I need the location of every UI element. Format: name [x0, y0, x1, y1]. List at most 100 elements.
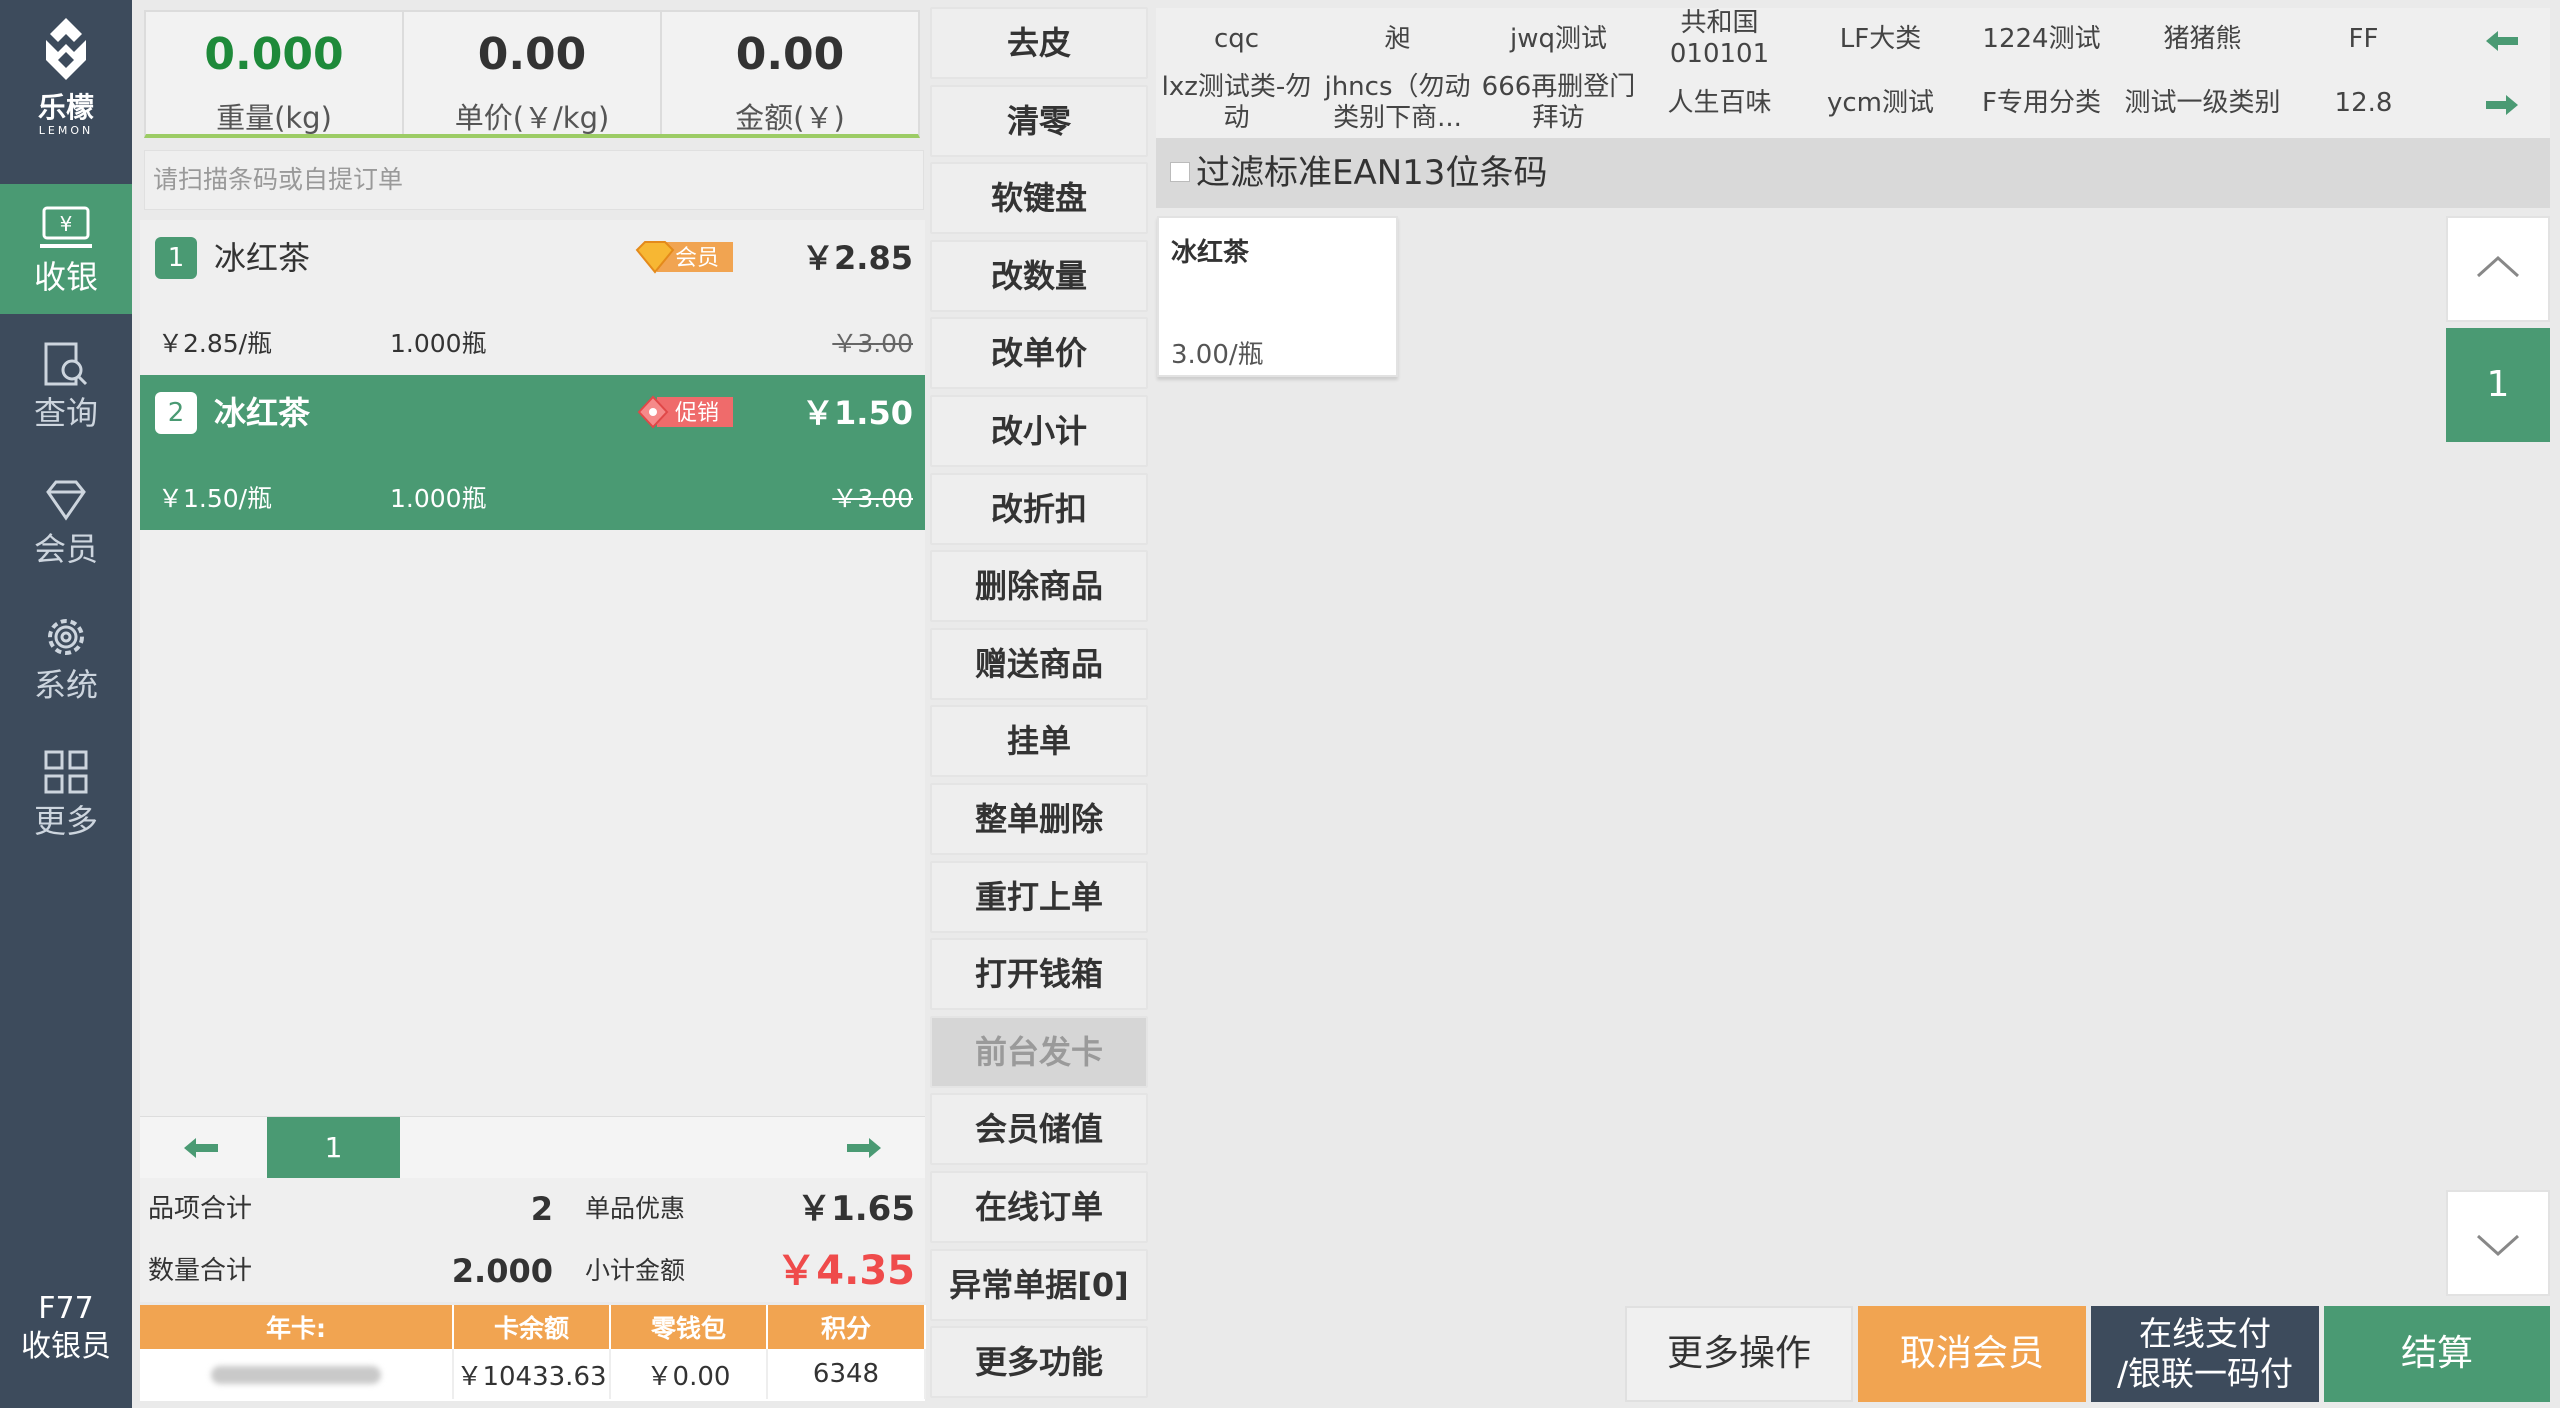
ean13-filter-checkbox[interactable]	[1170, 162, 1190, 182]
member-tag-text: 会员	[675, 246, 719, 271]
brand-name: 乐檬	[37, 91, 94, 124]
category-item[interactable]: 昶	[1317, 8, 1478, 70]
chevron-up-icon	[2476, 255, 2520, 278]
discount-label: 单品优惠	[585, 1194, 686, 1223]
online-pay-line2: /银联一码付	[2116, 1354, 2294, 1393]
category-item[interactable]: lxz测试类-勿动	[1156, 72, 1317, 134]
category-item[interactable]: 共和国010101	[1639, 8, 1800, 70]
card-header-points: 积分	[767, 1305, 926, 1349]
member-tag-icon: 会员	[635, 241, 733, 274]
order-item-selected[interactable]: 2 冰红茶 促销 ￥1.50 ￥1.50/瓶 1.000瓶 ￥3.00	[140, 375, 925, 530]
hold-order-button[interactable]: 挂单	[930, 705, 1148, 778]
category-row-2: lxz测试类-勿动 jhncs（勿动类别下商... 666再删登门拜访 人生百味…	[1156, 72, 2550, 134]
card-balance: ￥10433.63	[453, 1349, 611, 1399]
gift-item-button[interactable]: 赠送商品	[930, 627, 1148, 700]
amount-label: 金额(￥)	[735, 101, 845, 135]
category-item[interactable]: 测试一级类别	[2122, 72, 2283, 134]
card-wallet: ￥0.00	[610, 1349, 768, 1399]
scan-input[interactable]: 请扫描条码或自提订单	[144, 150, 924, 210]
member-card-table: 年卡: 卡余额 零钱包 积分 ￥10433.63 ￥0.00 6348	[140, 1305, 926, 1401]
open-drawer-button[interactable]: 打开钱箱	[930, 938, 1148, 1011]
ean13-filter[interactable]: 过滤标准EAN13位条码	[1156, 138, 2550, 208]
card-header-wallet: 零钱包	[610, 1305, 768, 1349]
side-nav: 乐檬 LEMON ¥ 收银 查询 会员 系统 更多 F77 收银员	[0, 0, 132, 1408]
category-item[interactable]: F专用分类	[1961, 72, 2122, 134]
online-pay-button[interactable]: 在线支付 /银联一码付	[2091, 1306, 2319, 1402]
nav-member-label: 会员	[33, 530, 98, 568]
item-original-price: ￥3.00	[832, 329, 913, 358]
order-pager: 1	[140, 1116, 925, 1179]
nav-cashier[interactable]: ¥ 收银	[0, 184, 132, 314]
promo-tag-text: 促销	[675, 401, 719, 426]
category-item[interactable]: jhncs（勿动类别下商...	[1317, 72, 1478, 134]
order-item[interactable]: 1 冰红茶 会员 ￥2.85 ￥2.85/瓶 1.000瓶 ￥3.00	[140, 220, 925, 375]
category-item[interactable]: 12.8	[2283, 72, 2444, 134]
scroll-down-button[interactable]	[2446, 1190, 2550, 1296]
cashier-icon: ¥	[40, 206, 92, 248]
nav-query[interactable]: 查询	[0, 320, 132, 450]
reprint-last-button[interactable]: 重打上单	[930, 860, 1148, 933]
item-price: ￥2.85	[802, 239, 913, 277]
category-item[interactable]: LF大类	[1800, 8, 1961, 70]
category-item[interactable]: 人生百味	[1639, 72, 1800, 134]
nav-cashier-label: 收银	[33, 258, 98, 296]
more-functions-button[interactable]: 更多功能	[930, 1326, 1148, 1399]
arrow-right-icon	[847, 1138, 881, 1158]
member-topup-button[interactable]: 会员储值	[930, 1093, 1148, 1166]
unit-price-cell: 0.00 单价(￥/kg)	[404, 12, 662, 135]
change-discount-button[interactable]: 改折扣	[930, 472, 1148, 545]
category-item[interactable]: FF	[2283, 8, 2444, 70]
nav-system[interactable]: 系统	[0, 592, 132, 722]
settle-button[interactable]: 结算	[2324, 1306, 2550, 1402]
card-header-balance: 卡余额	[453, 1305, 611, 1349]
scale-display: 0.000 重量(kg) 0.00 单价(￥/kg) 0.00 金额(￥)	[144, 10, 920, 138]
product-price: 3.00/瓶	[1171, 340, 1264, 370]
function-buttons: 去皮 清零 软键盘 改数量 改单价 改小计 改折扣 删除商品 赠送商品 挂单 整…	[930, 7, 1150, 1404]
prev-page-button[interactable]	[140, 1117, 265, 1179]
card-header-type: 年卡:	[140, 1305, 454, 1349]
change-subtotal-button[interactable]: 改小计	[930, 394, 1148, 467]
svg-text:¥: ¥	[60, 212, 73, 236]
member-icon	[46, 480, 86, 521]
abnormal-orders-button[interactable]: 异常单据[0]	[930, 1248, 1148, 1321]
online-orders-button[interactable]: 在线订单	[930, 1170, 1148, 1243]
product-tile[interactable]: 冰红茶 3.00/瓶	[1157, 216, 1398, 377]
next-page-button[interactable]	[800, 1117, 925, 1179]
nav-member[interactable]: 会员	[0, 456, 132, 586]
category-item[interactable]: jwq测试	[1478, 8, 1639, 70]
more-operations-button[interactable]: 更多操作	[1625, 1306, 1853, 1402]
weight-label: 重量(kg)	[216, 101, 332, 135]
category-row-1: cqc 昶 jwq测试 共和国010101 LF大类 1224测试 猪猪熊 FF	[1156, 8, 2550, 70]
zero-button[interactable]: 清零	[930, 84, 1148, 157]
lemon-logo-icon	[46, 18, 86, 80]
item-number: 2	[155, 392, 197, 434]
nav-more[interactable]: 更多	[0, 728, 132, 858]
category-item[interactable]: 猪猪熊	[2122, 8, 2283, 70]
change-quantity-button[interactable]: 改数量	[930, 239, 1148, 312]
category-item[interactable]: ycm测试	[1800, 72, 1961, 134]
user-role: 收银员	[21, 1329, 111, 1364]
nav-system-label: 系统	[33, 666, 98, 704]
change-unit-price-button[interactable]: 改单价	[930, 317, 1148, 390]
scroll-up-button[interactable]	[2446, 216, 2550, 322]
brand-logo: 乐檬 LEMON	[0, 16, 132, 138]
delete-order-button[interactable]: 整单删除	[930, 782, 1148, 855]
delete-item-button[interactable]: 删除商品	[930, 550, 1148, 623]
category-next-button[interactable]	[2472, 72, 2532, 134]
category-item[interactable]: cqc	[1156, 8, 1317, 70]
item-name: 冰红茶	[214, 394, 311, 432]
soft-keyboard-button[interactable]: 软键盘	[930, 162, 1148, 235]
nav-more-label: 更多	[33, 802, 98, 840]
category-item[interactable]: 1224测试	[1961, 8, 2122, 70]
item-quantity: 1.000瓶	[390, 484, 487, 513]
item-number: 1	[155, 237, 197, 279]
issue-card-button[interactable]: 前台发卡	[930, 1015, 1148, 1088]
category-item[interactable]: 666再删登门拜访	[1478, 72, 1639, 134]
weight-cell: 0.000 重量(kg)	[146, 12, 404, 135]
category-prev-button[interactable]	[2472, 8, 2532, 70]
tare-button[interactable]: 去皮	[930, 7, 1148, 79]
cancel-member-button[interactable]: 取消会员	[1858, 1306, 2086, 1402]
card-number-masked	[140, 1349, 454, 1399]
promo-tag-icon: 促销	[637, 395, 733, 429]
summary-row-qty: 数量合计 2.000 小计金额 ￥4.35	[140, 1240, 925, 1302]
